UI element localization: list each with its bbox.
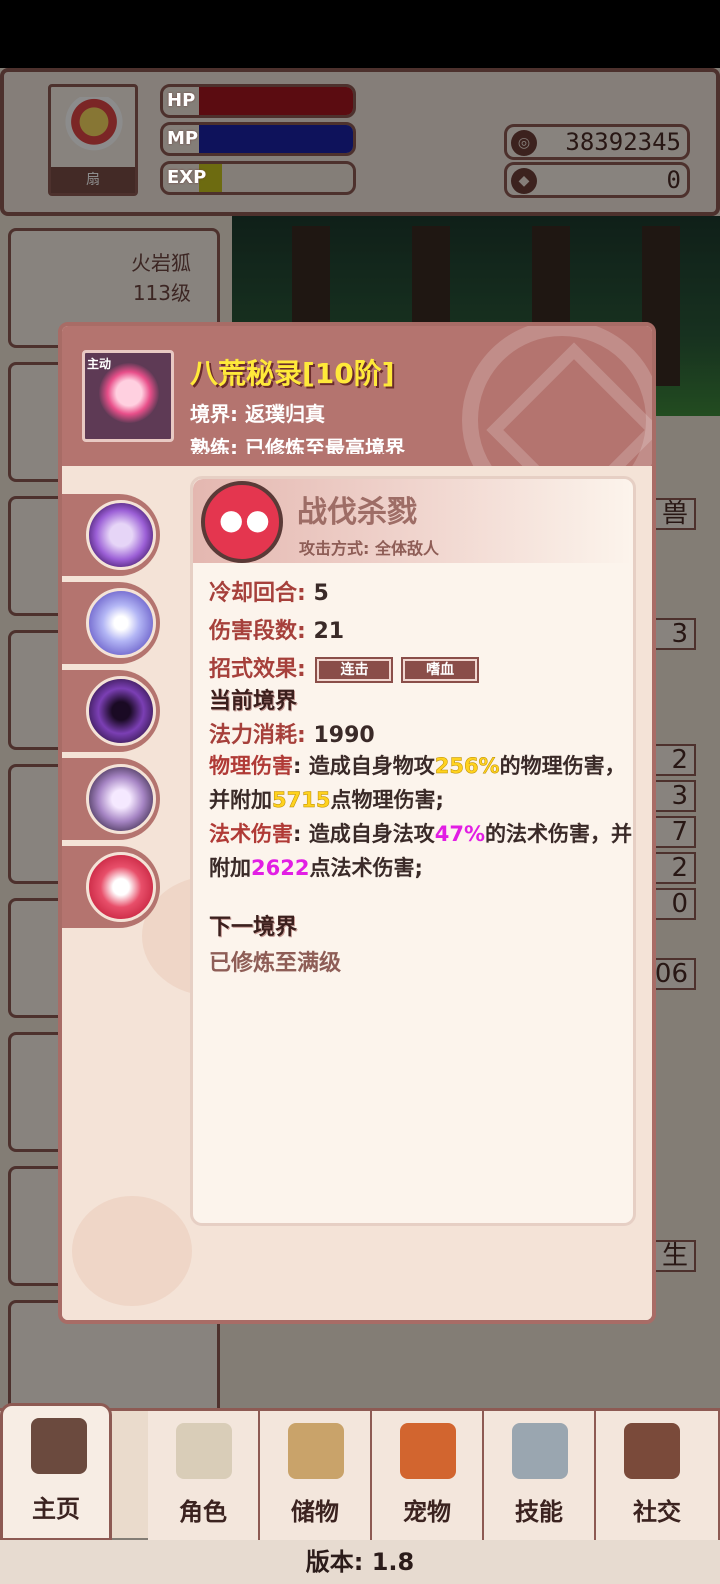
status-bar	[0, 0, 720, 68]
phys-bonus: 5715	[272, 788, 331, 813]
nav-tab-home[interactable]: 主页	[0, 1403, 112, 1541]
sword-icon	[512, 1423, 568, 1479]
effects-label: 招式效果:	[209, 657, 306, 682]
version-label: 版本: 1.8	[0, 1540, 720, 1584]
next-realm-text: 已修炼至满级	[209, 951, 342, 976]
cooldown-row: 冷却回合: 5	[209, 575, 329, 607]
effects-row: 招式效果: 连击 嗜血	[209, 651, 480, 683]
handshake-icon	[624, 1423, 680, 1479]
skill-proficiency: 熟练: 已修炼至最高境界	[190, 436, 405, 454]
hits-value: 21	[313, 619, 345, 644]
physical-damage-desc: 物理伤害: 造成自身物攻256%的物理伤害，并附加5715点物理伤害;	[209, 749, 635, 817]
fox-icon	[400, 1423, 456, 1479]
skill-name: 战伐杀戮	[297, 495, 417, 530]
skill-realm: 境界: 返璞归真	[190, 402, 325, 426]
hp-label: HP	[167, 90, 196, 111]
nav-tab-character[interactable]: 角色	[148, 1411, 260, 1541]
frost-skill-icon	[86, 588, 156, 658]
mana-row: 法力消耗: 1990	[209, 717, 375, 749]
bottom-nav: 主页 角色 储物 宠物 技能 社交	[0, 1403, 720, 1541]
exp-label: EXP	[167, 167, 207, 188]
nav-label: 社交	[633, 1498, 681, 1526]
phys-label: 物理伤害	[209, 754, 293, 778]
cooldown-label: 冷却回合:	[209, 581, 306, 606]
mana-value: 1990	[313, 723, 375, 748]
mag-percent: 47%	[434, 822, 485, 846]
nav-tab-skills[interactable]: 技能	[484, 1411, 596, 1541]
mp-label: MP	[167, 128, 199, 149]
bag-icon	[288, 1423, 344, 1479]
mag-bonus: 2622	[251, 856, 310, 880]
character-icon	[176, 1423, 232, 1479]
skill-tab[interactable]	[62, 670, 160, 752]
dialog-header: 主动 八荒秘录[10阶] 境界: 返璞归真 熟练: 已修炼至最高境界	[62, 326, 652, 520]
skill-tab-selected[interactable]	[62, 846, 160, 928]
current-realm-title: 当前境界	[209, 689, 298, 714]
dialog-body: 战伐杀戮 攻击方式: 全体敌人 冷却回合: 5 伤害段数: 21 招式效果: 连…	[62, 466, 652, 1320]
nav-label: 储物	[291, 1498, 339, 1526]
attack-mode: 攻击方式: 全体敌人	[299, 539, 439, 558]
home-icon	[31, 1418, 87, 1474]
paw-decoration	[72, 1196, 192, 1306]
skill-tab[interactable]	[62, 582, 160, 664]
active-tag: 主动	[87, 357, 112, 371]
mag-label: 法术伤害	[209, 822, 293, 846]
skill-tab[interactable]	[62, 494, 160, 576]
skill-book-icon: 主动	[82, 350, 174, 442]
effect-badge: 连击	[315, 657, 394, 683]
slaughter-skill-icon	[201, 481, 283, 563]
mana-label: 法力消耗:	[209, 723, 306, 748]
skill-glow	[99, 363, 159, 423]
skill-book-title: 八荒秘录[10阶]	[190, 357, 395, 390]
effect-badge: 嗜血	[401, 657, 480, 683]
cooldown-value: 5	[313, 581, 329, 606]
nav-label: 角色	[179, 1498, 227, 1526]
skill-detail-panel: 战伐杀戮 攻击方式: 全体敌人 冷却回合: 5 伤害段数: 21 招式效果: 连…	[190, 476, 636, 1226]
spirit-skill-icon	[86, 764, 156, 834]
slash-skill-icon	[86, 500, 156, 570]
nav-label: 技能	[515, 1498, 563, 1526]
nav-tab-storage[interactable]: 储物	[260, 1411, 372, 1541]
hits-row: 伤害段数: 21	[209, 613, 344, 645]
phys-percent: 256%	[434, 754, 500, 779]
nav-label: 主页	[32, 1495, 80, 1523]
skill-detail-header: 战伐杀戮 攻击方式: 全体敌人	[193, 479, 633, 563]
hits-label: 伤害段数:	[209, 619, 306, 644]
phys-text-c: 点物理伤害;	[330, 788, 444, 812]
next-realm-title: 下一境界	[209, 915, 298, 940]
mag-text-a: : 造成自身法攻	[293, 822, 435, 846]
slaughter-skill-icon	[86, 852, 156, 922]
mag-text-c: 点法术伤害;	[309, 856, 423, 880]
skill-tab[interactable]	[62, 758, 160, 840]
magic-damage-desc: 法术伤害: 造成自身法攻47%的法术伤害，并附加2622点法术伤害;	[209, 817, 635, 885]
nav-label: 宠物	[403, 1498, 451, 1526]
nav-tab-social[interactable]: 社交	[596, 1411, 720, 1541]
nav-tab-pets[interactable]: 宠物	[372, 1411, 484, 1541]
phys-text-a: : 造成自身物攻	[293, 754, 435, 778]
vortex-skill-icon	[86, 676, 156, 746]
skill-dialog: 主动 八荒秘录[10阶] 境界: 返璞归真 熟练: 已修炼至最高境界 ●● 战伐…	[58, 322, 656, 1324]
